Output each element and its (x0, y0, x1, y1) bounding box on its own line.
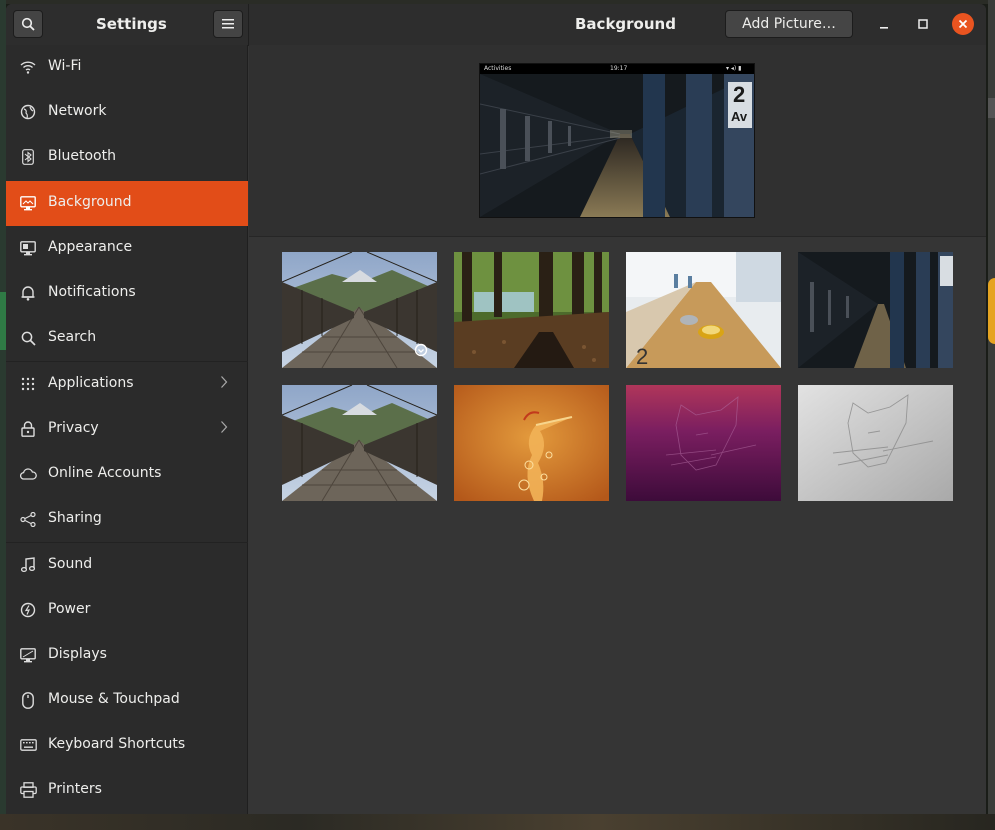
search-button[interactable] (13, 10, 43, 38)
notifications-icon (19, 284, 37, 302)
close-icon (958, 19, 968, 29)
sidebar-item-label: Appearance (48, 239, 133, 255)
cloud-icon (19, 465, 37, 483)
close-button[interactable] (952, 13, 974, 35)
music-note-icon (19, 556, 37, 574)
sidebar-item-keyboard-shortcuts[interactable]: Keyboard Shortcuts (6, 723, 248, 768)
mouse-icon (19, 691, 37, 709)
sidebar-item-label: Search (48, 329, 97, 345)
sidebar-item-label: Sharing (48, 510, 102, 526)
sidebar-item-label: Sound (48, 556, 93, 572)
sidebar-item-applications[interactable]: Applications (6, 362, 248, 407)
sidebar: Wi-Fi Network Bluetooth Background Appea… (6, 45, 248, 814)
search-icon (19, 329, 37, 347)
preview-activities-label: Activities (484, 65, 512, 72)
preview-status-icons: ▾ ◂) ▮ (726, 65, 742, 72)
wallpaper-thumbnail-shuffleboard[interactable]: 2 (626, 252, 781, 368)
svg-text:Av: Av (731, 109, 748, 124)
sidebar-item-bluetooth[interactable]: Bluetooth (6, 135, 248, 180)
printer-icon (19, 781, 37, 799)
wifi-icon (19, 58, 37, 76)
page-title: Background (575, 15, 676, 33)
sidebar-item-power[interactable]: Power (6, 588, 248, 633)
minimize-button[interactable] (873, 13, 895, 35)
sidebar-item-sharing[interactable]: Sharing (6, 497, 248, 542)
background-icon (19, 194, 37, 212)
header-divider (248, 4, 249, 45)
sidebar-item-label: Notifications (48, 284, 136, 300)
sidebar-item-label: Power (48, 601, 91, 617)
svg-text:2: 2 (636, 344, 648, 368)
sidebar-item-wifi[interactable]: Wi-Fi (6, 45, 248, 90)
sidebar-title: Settings (96, 15, 167, 33)
share-icon (19, 510, 37, 528)
applications-icon (19, 375, 37, 393)
add-picture-button[interactable]: Add Picture… (725, 10, 853, 38)
wallpaper-thumbnail-heron[interactable] (454, 385, 609, 501)
sidebar-item-search[interactable]: Search (6, 316, 248, 361)
wallpaper-thumbnail-purple-rat[interactable] (626, 385, 781, 501)
wallpaper-thumbnail-bridge[interactable] (282, 252, 437, 368)
svg-text:2: 2 (733, 82, 745, 107)
wallpaper-thumbnail-bridge-2[interactable] (282, 385, 437, 501)
sidebar-item-label: Background (48, 194, 132, 210)
sidebar-item-background[interactable]: Background (6, 181, 248, 226)
sidebar-item-label: Mouse & Touchpad (48, 691, 180, 707)
minimize-icon (880, 27, 888, 29)
settings-window: Settings Background Add Picture… Wi-Fi N… (6, 4, 986, 814)
background-panel: 2 Av Activities 19:17 ▾ ◂) ▮ 2 (249, 45, 986, 814)
preview-area: 2 Av Activities 19:17 ▾ ◂) ▮ (249, 45, 986, 237)
sidebar-item-printers[interactable]: Printers (6, 768, 248, 813)
wallpaper-thumbnail-subway[interactable] (798, 252, 953, 368)
wallpaper-thumbnail-grey-rat[interactable] (798, 385, 953, 501)
sidebar-item-label: Online Accounts (48, 465, 162, 481)
power-icon (19, 601, 37, 619)
sidebar-item-online-accounts[interactable]: Online Accounts (6, 452, 248, 497)
menu-button[interactable] (213, 10, 243, 38)
sidebar-item-label: Printers (48, 781, 102, 797)
sidebar-item-label: Privacy (48, 420, 99, 436)
sidebar-item-sound[interactable]: Sound (6, 543, 248, 588)
maximize-button[interactable] (912, 13, 934, 35)
sidebar-item-mouse-touchpad[interactable]: Mouse & Touchpad (6, 678, 248, 723)
sidebar-item-privacy[interactable]: Privacy (6, 407, 248, 452)
sidebar-item-label: Displays (48, 646, 107, 662)
sidebar-item-label: Network (48, 103, 107, 119)
preview-clock: 19:17 (610, 65, 628, 72)
current-background-preview: 2 Av Activities 19:17 ▾ ◂) ▮ (479, 63, 755, 218)
sidebar-item-label: Applications (48, 375, 134, 391)
search-icon (21, 17, 35, 31)
sidebar-item-notifications[interactable]: Notifications (6, 271, 248, 316)
sidebar-item-appearance[interactable]: Appearance (6, 226, 248, 271)
chevron-right-icon (220, 375, 228, 393)
maximize-icon (918, 19, 928, 29)
display-icon (19, 646, 37, 664)
chevron-right-icon (220, 420, 228, 438)
hamburger-icon (222, 19, 234, 29)
keyboard-icon (19, 736, 37, 754)
sidebar-item-label: Wi-Fi (48, 58, 82, 74)
sidebar-item-network[interactable]: Network (6, 90, 248, 135)
sidebar-item-label: Keyboard Shortcuts (48, 736, 186, 752)
appearance-icon (19, 239, 37, 257)
privacy-icon (19, 420, 37, 438)
network-icon (19, 103, 37, 121)
desktop-background-bottom (0, 814, 995, 830)
wallpaper-thumbnail-forest[interactable] (454, 252, 609, 368)
sidebar-item-displays[interactable]: Displays (6, 633, 248, 678)
desktop-background-right (988, 0, 995, 830)
header-bar: Settings Background Add Picture… (6, 4, 986, 46)
subway-preview-image: 2 Av (480, 64, 754, 217)
bluetooth-icon (19, 148, 37, 166)
preview-top-bar: Activities 19:17 ▾ ◂) ▮ (480, 64, 754, 74)
sidebar-item-label: Bluetooth (48, 148, 116, 164)
